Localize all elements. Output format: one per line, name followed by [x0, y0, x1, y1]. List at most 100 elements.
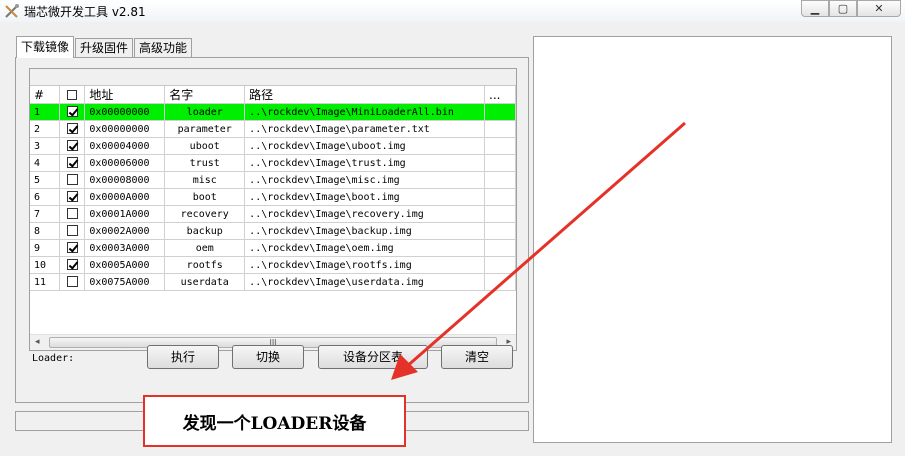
maximize-button[interactable]: ▢ [829, 0, 857, 17]
row-name[interactable]: userdata [164, 273, 246, 291]
row-browse[interactable] [484, 273, 516, 291]
minimize-button[interactable]: ▁ [801, 0, 829, 17]
row-name[interactable]: misc [164, 171, 246, 189]
row-checkbox-cell[interactable] [59, 171, 86, 189]
column-header-address[interactable]: 地址 [84, 86, 166, 104]
row-checkbox-cell[interactable] [59, 222, 86, 240]
table-row[interactable]: 5 0x00008000 misc ..\rockdev\Image\misc.img [30, 171, 516, 189]
row-path[interactable]: ..\rockdev\Image\backup.img [244, 222, 486, 240]
select-all-checkbox[interactable] [67, 90, 78, 100]
row-browse[interactable] [484, 239, 516, 257]
row-checkbox[interactable] [66, 259, 78, 271]
row-checkbox[interactable] [66, 208, 78, 220]
execute-button[interactable]: 执行 [147, 345, 219, 369]
table-row[interactable]: 1 0x00000000 loader ..\rockdev\Image\MiniLo… [30, 103, 516, 121]
row-browse[interactable] [484, 120, 516, 138]
row-path[interactable]: ..\rockdev\Image\trust.img [244, 154, 486, 172]
row-checkbox[interactable] [66, 191, 78, 203]
close-button[interactable]: ✕ [857, 0, 901, 17]
column-header-path[interactable]: 路径 [244, 86, 486, 104]
row-browse[interactable] [484, 137, 516, 155]
clear-button[interactable]: 清空 [441, 345, 513, 369]
row-checkbox-cell[interactable] [59, 273, 86, 291]
table-row[interactable]: 4 0x00006000 trust ..\rockdev\Image\trust.i… [30, 154, 516, 172]
row-browse[interactable] [484, 103, 516, 121]
row-checkbox[interactable] [66, 242, 78, 254]
row-checkbox[interactable] [66, 140, 78, 152]
scroll-left-icon[interactable]: ◂ [35, 337, 40, 347]
row-name[interactable]: rootfs [164, 256, 246, 274]
row-path[interactable]: ..\rockdev\Image\userdata.img [244, 273, 486, 291]
row-checkbox-cell[interactable] [59, 205, 86, 223]
log-panel[interactable] [533, 36, 892, 443]
row-path[interactable]: ..\rockdev\Image\uboot.img [244, 137, 486, 155]
row-name[interactable]: backup [164, 222, 246, 240]
row-name[interactable]: trust [164, 154, 246, 172]
row-name[interactable]: recovery [164, 205, 246, 223]
row-address[interactable]: 0x00006000 [84, 154, 166, 172]
row-browse[interactable] [484, 205, 516, 223]
row-checkbox-cell[interactable] [59, 154, 86, 172]
row-browse[interactable] [484, 256, 516, 274]
switch-button[interactable]: 切换 [232, 345, 304, 369]
row-number: 10 [30, 256, 61, 274]
tab-upgrade-firmware[interactable]: 升级固件 [75, 38, 134, 58]
table-row[interactable]: 7 0x0001A000 recovery ..\rockdev\Image\reco… [30, 205, 516, 223]
tab-advanced[interactable]: 高级功能 [134, 38, 193, 58]
row-checkbox[interactable] [66, 174, 78, 186]
row-address[interactable]: 0x00004000 [84, 137, 166, 155]
row-path[interactable]: ..\rockdev\Image\rootfs.img [244, 256, 486, 274]
row-browse[interactable] [484, 222, 516, 240]
row-checkbox[interactable] [66, 225, 78, 237]
row-number: 2 [30, 120, 61, 138]
row-checkbox[interactable] [66, 157, 78, 169]
row-address[interactable]: 0x0000A000 [84, 188, 166, 206]
row-name[interactable]: uboot [164, 137, 246, 155]
table-row[interactable]: 11 0x0075A000 userdata ..\rockdev\Image\use… [30, 273, 516, 291]
row-address[interactable]: 0x00000000 [84, 103, 166, 121]
row-name[interactable]: oem [164, 239, 246, 257]
row-checkbox-cell[interactable] [59, 103, 86, 121]
row-address[interactable]: 0x0001A000 [84, 205, 166, 223]
column-header-more[interactable]: ... [484, 86, 516, 104]
column-header-check[interactable] [59, 86, 86, 104]
minimize-icon: ▁ [810, 2, 820, 15]
table-row[interactable]: 9 0x0003A000 oem ..\rockdev\Image\oem.img [30, 239, 516, 257]
row-checkbox[interactable] [66, 106, 78, 118]
table-row[interactable]: 2 0x00000000 parameter ..\rockdev\Image\par… [30, 120, 516, 138]
column-header-number[interactable]: # [30, 86, 61, 104]
row-path[interactable]: ..\rockdev\Image\boot.img [244, 188, 486, 206]
table-row[interactable]: 10 0x0005A000 rootfs ..\rockdev\Image\rootf… [30, 256, 516, 274]
row-browse[interactable] [484, 188, 516, 206]
row-checkbox[interactable] [66, 276, 78, 288]
row-checkbox-cell[interactable] [59, 239, 86, 257]
row-path[interactable]: ..\rockdev\Image\recovery.img [244, 205, 486, 223]
row-path[interactable]: ..\rockdev\Image\parameter.txt [244, 120, 486, 138]
row-checkbox-cell[interactable] [59, 188, 86, 206]
row-address[interactable]: 0x0005A000 [84, 256, 166, 274]
row-path[interactable]: ..\rockdev\Image\MiniLoaderAll.bin [244, 103, 486, 121]
row-name[interactable]: loader [164, 103, 246, 121]
row-address[interactable]: 0x00000000 [84, 120, 166, 138]
row-path[interactable]: ..\rockdev\Image\oem.img [244, 239, 486, 257]
row-checkbox[interactable] [66, 123, 78, 135]
row-name[interactable]: parameter [164, 120, 246, 138]
row-checkbox-cell[interactable] [59, 120, 86, 138]
row-browse[interactable] [484, 171, 516, 189]
partition-table-button[interactable]: 设备分区表 [318, 345, 428, 369]
table-row[interactable]: 3 0x00004000 uboot ..\rockdev\Image\uboot.i… [30, 137, 516, 155]
row-address[interactable]: 0x0075A000 [84, 273, 166, 291]
row-address[interactable]: 0x00008000 [84, 171, 166, 189]
row-path[interactable]: ..\rockdev\Image\misc.img [244, 171, 486, 189]
table-row[interactable]: 6 0x0000A000 boot ..\rockdev\Image\boot.img [30, 188, 516, 206]
row-name[interactable]: boot [164, 188, 246, 206]
column-header-name[interactable]: 名字 [164, 86, 246, 104]
row-browse[interactable] [484, 154, 516, 172]
table-header: # 地址 名字 路径 ... [30, 86, 516, 104]
row-address[interactable]: 0x0003A000 [84, 239, 166, 257]
tab-download-image[interactable]: 下载镜像 [16, 36, 75, 58]
row-address[interactable]: 0x0002A000 [84, 222, 166, 240]
row-checkbox-cell[interactable] [59, 256, 86, 274]
row-checkbox-cell[interactable] [59, 137, 86, 155]
table-row[interactable]: 8 0x0002A000 backup ..\rockdev\Image\backup… [30, 222, 516, 240]
